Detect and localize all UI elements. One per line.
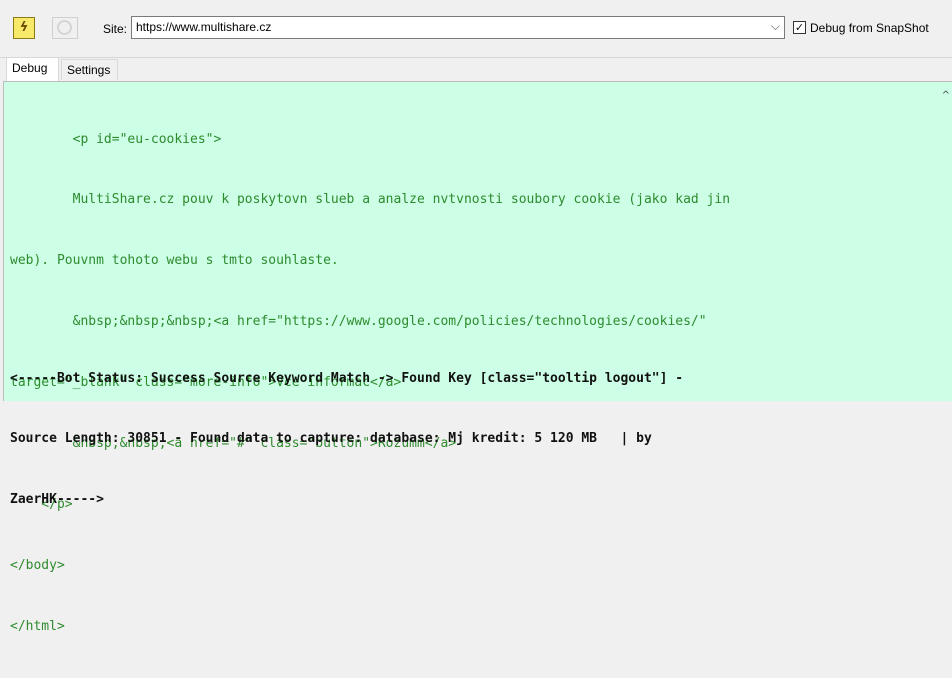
- tab-settings[interactable]: Settings: [61, 59, 118, 80]
- code-line: </body>: [10, 557, 65, 573]
- scroll-up-arrow-icon[interactable]: ^: [942, 90, 950, 101]
- status-line: <-----Bot Status: Success Source Keyword…: [10, 370, 684, 386]
- site-label: Site:: [103, 22, 128, 36]
- debug-output-panel[interactable]: <p id="eu-cookies"> MultiShare.cz pouv k…: [3, 81, 952, 634]
- debug-snapshot-checkbox[interactable]: ✓: [793, 21, 806, 34]
- stop-button[interactable]: [52, 17, 78, 39]
- bot-status-output: <-----Bot Status: Success Source Keyword…: [10, 328, 930, 551]
- run-button[interactable]: ϟ: [13, 17, 35, 39]
- code-line: <p id="eu-cookies">: [10, 131, 222, 147]
- chevron-down-icon[interactable]: ⌵: [771, 19, 780, 34]
- lightning-icon: ϟ: [19, 20, 29, 35]
- stop-icon: [57, 20, 72, 35]
- status-line: Source Length: 30851 - Found data to cap…: [10, 431, 652, 447]
- code-line: </html>: [10, 618, 65, 634]
- tab-debug[interactable]: Debug: [6, 57, 59, 81]
- code-line: web). Pouvnm tohoto webu s tmto souhlast…: [10, 253, 339, 269]
- tab-strip: Settings Debug: [0, 57, 952, 81]
- status-line: ZaerHK----->: [10, 492, 104, 508]
- code-line: MultiShare.cz pouv k poskytovn slueb a a…: [10, 192, 731, 208]
- debug-snapshot-label[interactable]: Debug from SnapShot: [810, 21, 929, 35]
- site-combobox[interactable]: https://www.multishare.cz ⌵: [131, 16, 785, 39]
- toolbar: ϟ Site: https://www.multishare.cz ⌵ ✓ De…: [0, 0, 952, 58]
- site-url-value[interactable]: https://www.multishare.cz: [136, 20, 271, 34]
